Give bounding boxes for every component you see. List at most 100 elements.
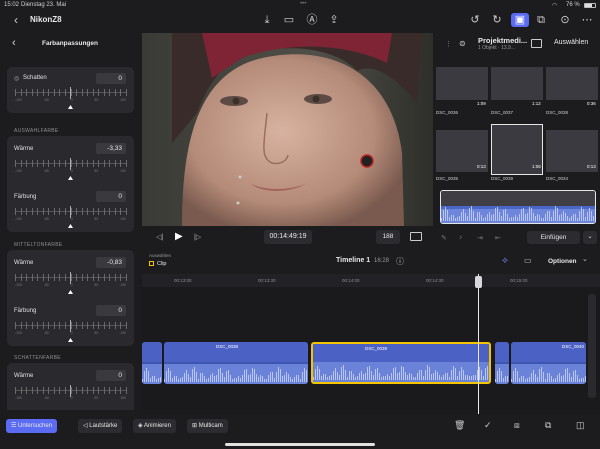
- next-frame-icon[interactable]: |▷: [194, 233, 201, 241]
- warmth-value[interactable]: -3,33: [96, 143, 126, 154]
- viewer-mode-icon[interactable]: [410, 232, 422, 241]
- timeline-clip[interactable]: DSC_0038: [164, 342, 308, 384]
- range-out-icon[interactable]: ⇤: [495, 234, 501, 242]
- slider-tick: [98, 322, 100, 329]
- playhead[interactable]: [478, 274, 479, 414]
- inspector-icon[interactable]: ⊙: [558, 13, 572, 27]
- effects-icon[interactable]: ⧉: [534, 13, 548, 27]
- tint-knob[interactable]: [68, 338, 73, 342]
- timecode-display[interactable]: 00:14:49:19: [264, 230, 312, 244]
- clip-name: DSC_0034: [546, 176, 569, 181]
- tint-value[interactable]: 0: [96, 305, 126, 316]
- tint-knob[interactable]: [68, 224, 73, 228]
- voiceover-icon[interactable]: Ⓐ: [305, 13, 319, 27]
- waveform-bar: [583, 378, 584, 382]
- import-icon[interactable]: ⤓: [260, 13, 274, 27]
- share-icon[interactable]: ⇪: [327, 13, 341, 27]
- shadows-value[interactable]: 0: [96, 73, 126, 84]
- more-icon[interactable]: ⋯: [580, 13, 594, 27]
- waveform-bar: [555, 378, 556, 382]
- range-in-icon[interactable]: ⇥: [477, 234, 483, 242]
- edit-pencil-icon[interactable]: ✎: [441, 234, 447, 242]
- inspector-back-icon[interactable]: ‹: [12, 37, 16, 49]
- tint-ticks: -100 -50 0 50 100: [15, 217, 126, 221]
- mic-icon[interactable]: ♪: [459, 234, 463, 241]
- warmth-knob[interactable]: [68, 176, 73, 180]
- slider-tick: [114, 274, 116, 281]
- trim-icon[interactable]: ◫: [576, 420, 585, 431]
- warmth-value[interactable]: 0: [96, 370, 126, 381]
- waveform-bar: [503, 377, 504, 382]
- clip-name: DSC_0038: [216, 344, 239, 349]
- timeline[interactable]: 00:13:00 00:13:30 00:14:00 00:14:30 00:1…: [142, 274, 600, 414]
- ruler-label: 00:13:00: [174, 278, 192, 283]
- waveform-bar: [465, 212, 466, 221]
- timeline-scrollbar[interactable]: [588, 294, 596, 398]
- waveform-bar: [477, 212, 478, 221]
- timeline-clip[interactable]: [495, 342, 509, 384]
- clip-mode-label[interactable]: Clip: [157, 261, 166, 267]
- animate-button[interactable]: ◈ Animieren: [133, 419, 176, 433]
- timeline-clip[interactable]: DSC_0040: [511, 342, 586, 384]
- waveform-bar: [425, 370, 426, 380]
- tint-value[interactable]: 0: [96, 191, 126, 202]
- waveform-bar: [589, 208, 590, 221]
- prev-frame-icon[interactable]: ◁|: [156, 233, 163, 241]
- waveform-bar: [315, 369, 316, 380]
- detach-audio-icon[interactable]: ⧉: [545, 420, 551, 431]
- slider-tick: [98, 89, 100, 96]
- slider-tick: [92, 208, 94, 215]
- inspect-button[interactable]: ☰ Untersuchen: [6, 419, 58, 433]
- clip-select-icon[interactable]: [149, 261, 154, 266]
- insert-button[interactable]: Einfügen: [527, 231, 580, 244]
- clip-thumbnail[interactable]: [436, 67, 488, 100]
- timeline-clip[interactable]: [142, 342, 162, 384]
- info-icon[interactable]: ⓘ: [396, 256, 404, 267]
- checkmark-icon[interactable]: ✓: [484, 420, 492, 431]
- warmth-knob[interactable]: [68, 290, 73, 294]
- back-chevron-icon[interactable]: ‹: [9, 13, 23, 27]
- warmth-value[interactable]: -0,83: [96, 257, 126, 268]
- undo-icon[interactable]: ↺: [468, 13, 482, 27]
- media-browser-icon[interactable]: ▣: [511, 13, 529, 27]
- camera-icon[interactable]: ▭: [282, 13, 296, 27]
- split-icon[interactable]: ⧈: [514, 420, 520, 431]
- shadows-knob[interactable]: [68, 105, 73, 109]
- clip-thumbnail[interactable]: [546, 67, 598, 100]
- waveform-bar: [485, 217, 486, 221]
- waveform-bar: [435, 369, 436, 380]
- clip-thumbnail[interactable]: [491, 67, 543, 100]
- waveform-bar: [172, 377, 173, 382]
- trash-icon[interactable]: 🗑: [454, 420, 465, 431]
- browser-view-icon[interactable]: [531, 39, 542, 48]
- waveform-bar: [559, 373, 560, 382]
- waveform-bar: [507, 213, 508, 221]
- waveform-bar: [411, 374, 412, 380]
- wifi-icon: ◠: [552, 3, 558, 9]
- waveform-bar: [463, 209, 464, 221]
- waveform-bar: [551, 216, 552, 221]
- options-chevron-icon[interactable]: ⌄: [582, 255, 588, 263]
- slider-tick: [103, 274, 105, 281]
- filmstrip-preview[interactable]: [440, 190, 596, 224]
- display-icon[interactable]: ▭: [524, 256, 532, 265]
- insert-options-chevron-icon[interactable]: ⌄: [583, 231, 597, 244]
- slider-tick: [87, 208, 89, 215]
- options-button[interactable]: Optionen: [548, 258, 577, 265]
- slider-tick: [76, 322, 78, 329]
- drag-handle-icon[interactable]: ⋮: [445, 40, 452, 48]
- snapping-icon[interactable]: ⟡: [502, 255, 508, 266]
- multicam-button[interactable]: ⊞ Multicam: [187, 419, 228, 433]
- zoom-level[interactable]: 188: [376, 230, 400, 244]
- redo-icon[interactable]: ↻: [490, 13, 504, 27]
- waveform-bar: [367, 366, 368, 380]
- video-viewer[interactable]: [142, 33, 433, 226]
- play-icon[interactable]: ▶: [175, 231, 183, 242]
- waveform-bar: [252, 368, 253, 382]
- filter-icon[interactable]: ⊜: [459, 39, 466, 48]
- volume-button[interactable]: ◁ Lautstärke: [78, 419, 123, 433]
- playhead-handle[interactable]: [475, 276, 482, 288]
- waveform-bar: [405, 372, 406, 380]
- browser-select-button[interactable]: Auswählen: [554, 39, 588, 46]
- timeline-clip-selected[interactable]: DSC_0039: [311, 342, 491, 384]
